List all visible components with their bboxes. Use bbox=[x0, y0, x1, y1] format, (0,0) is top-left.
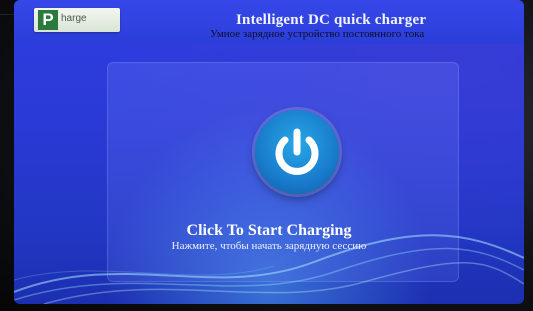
charger-screen: P harge Intelligent DC quick charger Умн… bbox=[14, 0, 524, 304]
start-charging-label[interactable]: Click To Start Charging bbox=[14, 222, 524, 240]
start-charging-button[interactable] bbox=[255, 110, 339, 194]
start-charging-sublabel: Нажмите, чтобы начать зарядную сессию bbox=[171, 240, 367, 252]
power-icon bbox=[275, 128, 319, 175]
